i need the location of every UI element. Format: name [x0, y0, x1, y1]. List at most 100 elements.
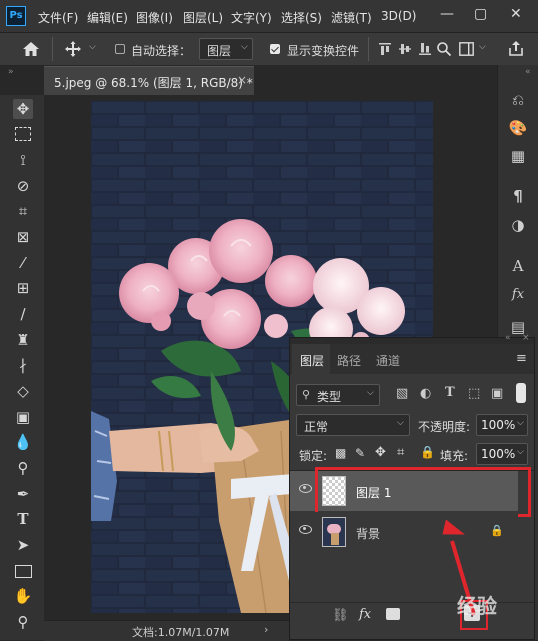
lock-artboard-icon[interactable]: ⌗	[397, 445, 404, 460]
adjustments-panel-icon[interactable]: ◑	[508, 215, 528, 235]
link-icon[interactable]: ⛓	[332, 608, 349, 623]
character-panel-icon[interactable]: A	[508, 256, 528, 276]
home-icon[interactable]	[22, 41, 40, 57]
menu-image[interactable]: 图像(I)	[136, 9, 173, 26]
align-vcenter-icon[interactable]	[398, 42, 412, 56]
brush-tool-icon[interactable]: ∕	[13, 304, 33, 324]
layer-name: 背景	[356, 527, 381, 541]
lock-transparent-icon[interactable]: ▩	[335, 446, 346, 460]
document-tab[interactable]: 5.jpeg @ 68.1% (图层 1, RGB/8) * ×	[44, 66, 254, 96]
quick-select-tool-icon[interactable]: ⊘	[13, 176, 33, 196]
chevron-down-icon: ⌵	[517, 418, 524, 428]
align-top-icon[interactable]	[378, 42, 392, 56]
filter-smart-object-icon[interactable]: ▣	[491, 386, 503, 401]
filter-kind-dropdown[interactable]: ⚲ 类型 ⌵	[296, 384, 380, 406]
photoshop-logo-icon: Ps	[6, 6, 26, 26]
type-tool-icon[interactable]: T	[13, 509, 33, 529]
filter-toggle-icon[interactable]	[516, 383, 526, 403]
status-menu-arrow-icon[interactable]: ›	[264, 623, 268, 636]
opacity-field[interactable]: 100% ⌵	[476, 414, 528, 436]
auto-select-label: 自动选择：	[131, 44, 192, 58]
filter-type-icon[interactable]: T	[445, 385, 455, 400]
swatches-panel-icon[interactable]: ▦	[508, 146, 528, 166]
workspace-icon[interactable]	[459, 42, 474, 56]
lasso-tool-icon[interactable]: ⟟	[13, 150, 33, 170]
share-icon[interactable]	[508, 40, 524, 57]
menu-3d[interactable]: 3D(D)	[381, 9, 416, 23]
document-size-status: 文档:1.07M/1.07M	[132, 626, 230, 639]
menu-type[interactable]: 文字(Y)	[231, 9, 272, 26]
frame-tool-icon[interactable]: ⊠	[13, 227, 33, 247]
watermark-logo: 经验	[457, 588, 538, 640]
blend-mode-dropdown[interactable]: 正常 ⌵	[296, 414, 410, 436]
separator	[52, 37, 53, 61]
chevron-down-icon: ⌵	[241, 42, 248, 52]
eraser-tool-icon[interactable]: ◇	[13, 381, 33, 401]
visibility-eye-icon[interactable]	[299, 525, 312, 534]
filter-pixel-icon[interactable]: ▧	[396, 386, 408, 401]
crop-tool-icon[interactable]: ⌗	[13, 201, 33, 221]
menu-select[interactable]: 选择(S)	[281, 9, 322, 26]
chevron-down-icon[interactable]: ⌵	[89, 42, 96, 52]
styles-panel-icon[interactable]: fx	[508, 285, 528, 305]
filter-kind-value: 类型	[317, 390, 342, 404]
paragraph-panel-icon[interactable]: ¶	[508, 186, 528, 206]
options-bar: ⌵ 自动选择： 图层 ⌵ 显示变换控件 ⌵	[0, 33, 538, 66]
move-tool-icon[interactable]	[64, 40, 82, 58]
visibility-eye-icon[interactable]	[299, 484, 312, 493]
eyedropper-tool-icon[interactable]: ⁄	[13, 253, 33, 273]
close-button[interactable]: ✕	[510, 6, 522, 22]
collapse-arrows-icon[interactable]: »	[8, 67, 14, 77]
chevron-down-icon[interactable]: ⌵	[479, 42, 486, 52]
dodge-tool-icon[interactable]: ⚲	[13, 458, 33, 478]
rectangle-tool-icon[interactable]	[13, 561, 33, 581]
restore-button[interactable]: ▢	[474, 6, 487, 22]
lock-image-icon[interactable]: ✎	[355, 446, 365, 460]
tab-paths[interactable]: 路径	[337, 352, 361, 369]
fill-label: 填充:	[440, 449, 469, 463]
fx-icon[interactable]: fx	[359, 607, 371, 622]
chevron-down-icon: ⌵	[367, 388, 374, 398]
healing-tool-icon[interactable]: ⊞	[13, 278, 33, 298]
tab-layers[interactable]: 图层	[300, 352, 324, 369]
lock-all-icon[interactable]: 🔒	[420, 445, 435, 459]
blend-mode-value: 正常	[304, 420, 329, 434]
filter-adjustment-icon[interactable]: ◐	[420, 386, 431, 401]
marquee-tool-icon[interactable]	[13, 124, 33, 144]
stamp-tool-icon[interactable]: ♜	[13, 330, 33, 350]
collapse-arrows-icon[interactable]: «	[525, 67, 531, 77]
mask-icon[interactable]	[386, 608, 400, 620]
gradient-tool-icon[interactable]: ▣	[13, 407, 33, 427]
auto-select-checkbox[interactable]	[115, 44, 125, 54]
pen-tool-icon[interactable]: ✒	[13, 484, 33, 504]
align-bottom-icon[interactable]	[418, 42, 432, 56]
filter-shape-icon[interactable]: ⬚	[468, 386, 480, 401]
collapse-arrows-icon[interactable]: «	[505, 333, 511, 343]
close-panel-icon[interactable]: ×	[522, 333, 530, 343]
history-brush-tool-icon[interactable]: ∤	[13, 355, 33, 375]
move-tool-icon[interactable]: ✥	[13, 99, 33, 119]
panel-menu-icon[interactable]: ≡	[516, 351, 527, 366]
path-select-tool-icon[interactable]: ➤	[13, 535, 33, 555]
history-panel-icon[interactable]: ⎌	[508, 90, 528, 110]
show-transform-checkbox[interactable]	[270, 44, 280, 54]
menu-bar: Ps 文件(F) 编辑(E) 图像(I) 图层(L) 文字(Y) 选择(S) 滤…	[0, 0, 538, 33]
zoom-tool-icon[interactable]: ⚲	[13, 612, 33, 632]
blur-tool-icon[interactable]: 💧	[13, 432, 33, 452]
auto-select-target-dropdown[interactable]: 图层 ⌵	[199, 38, 253, 60]
hand-tool-icon[interactable]: ✋	[13, 586, 33, 606]
close-tab-icon[interactable]: ×	[237, 73, 247, 87]
tab-channels[interactable]: 通道	[376, 352, 400, 369]
fill-field[interactable]: 100% ⌵	[476, 443, 528, 465]
minimize-button[interactable]: —	[440, 6, 454, 22]
menu-layer[interactable]: 图层(L)	[183, 9, 223, 26]
search-icon[interactable]	[436, 41, 452, 57]
chevron-down-icon: ⌵	[517, 447, 524, 457]
dropdown-value: 图层	[207, 44, 232, 58]
menu-file[interactable]: 文件(F)	[38, 9, 78, 26]
lock-position-icon[interactable]: ✥	[375, 445, 386, 460]
watermark-text: 经验	[457, 594, 497, 618]
color-panel-icon[interactable]: 🎨	[508, 118, 528, 138]
menu-filter[interactable]: 滤镜(T)	[331, 9, 372, 26]
menu-edit[interactable]: 编辑(E)	[87, 9, 128, 26]
